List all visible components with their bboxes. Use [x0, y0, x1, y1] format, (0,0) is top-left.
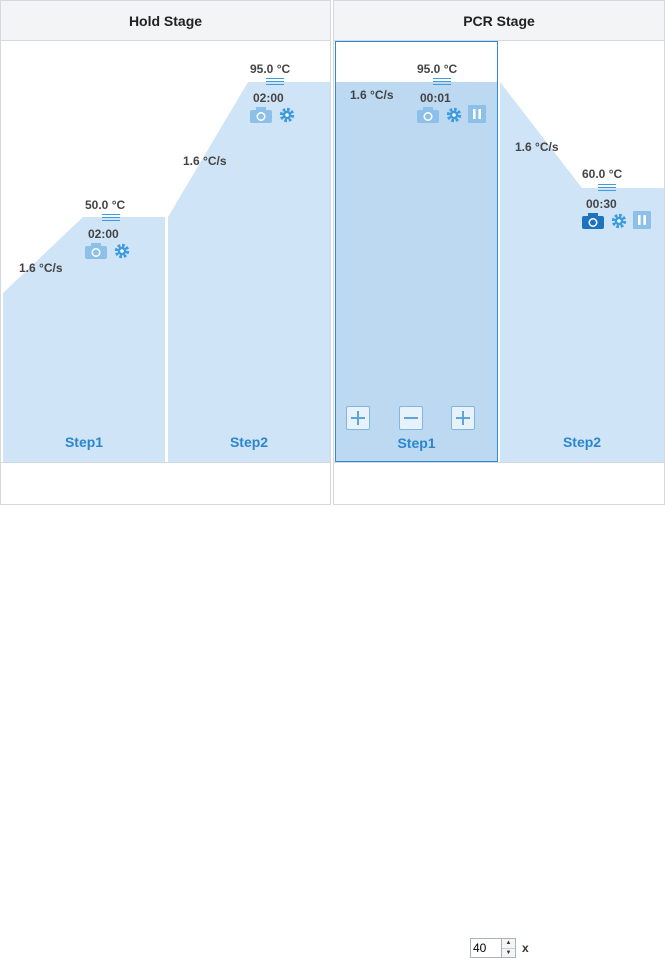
pcr-stage-title: PCR Stage [334, 1, 664, 41]
cycles-suffix: x [522, 941, 529, 955]
step-label[interactable]: Step1 [336, 435, 497, 451]
pause-icon[interactable] [468, 105, 486, 123]
spinner-down-icon[interactable]: ▼ [502, 949, 515, 958]
ramp-rate-label[interactable]: 1.6 °C/s [350, 88, 394, 102]
step-label[interactable]: Step2 [168, 434, 330, 450]
temperature-bar-icon[interactable] [598, 184, 616, 192]
temperature-label[interactable]: 95.0 °C [417, 62, 457, 76]
pcr-stage-step2[interactable]: 1.6 °C/s 60.0 °C 00:30 Step2 [500, 41, 664, 462]
temperature-bar-icon[interactable] [266, 78, 284, 86]
gear-icon[interactable] [611, 213, 627, 229]
gear-icon[interactable] [279, 107, 295, 123]
add-step-before-button[interactable] [346, 406, 370, 430]
gear-icon[interactable] [446, 107, 462, 123]
temperature-profile [3, 217, 165, 462]
camera-icon[interactable] [250, 107, 272, 123]
spinner-up-icon[interactable]: ▲ [502, 939, 515, 949]
pcr-stage-footer: ▲ ▼ x [334, 462, 664, 958]
hold-stage-step2[interactable]: 1.6 °C/s 95.0 °C 02:00 Step2 [168, 41, 330, 462]
temperature-label[interactable]: 95.0 °C [250, 62, 290, 76]
gear-icon[interactable] [114, 243, 130, 259]
ramp-rate-label[interactable]: 1.6 °C/s [183, 154, 227, 168]
ramp-rate-label[interactable]: 1.6 °C/s [19, 261, 63, 275]
cycle-count-spinner[interactable]: ▲ ▼ [502, 938, 516, 958]
cycle-count-input[interactable] [470, 938, 502, 958]
camera-icon[interactable] [417, 107, 439, 123]
pause-icon[interactable] [633, 211, 651, 229]
step-label[interactable]: Step1 [3, 434, 165, 450]
remove-step-button[interactable] [399, 406, 423, 430]
temperature-label[interactable]: 50.0 °C [85, 198, 125, 212]
temperature-bar-icon[interactable] [102, 214, 120, 222]
camera-icon[interactable] [85, 243, 107, 259]
ramp-rate-label[interactable]: 1.6 °C/s [515, 140, 559, 154]
hold-stage: Hold Stage 1.6 °C/s 50.0 °C 02:00 Step1 … [0, 0, 331, 505]
hold-stage-footer [1, 462, 330, 504]
hold-time-label[interactable]: 00:30 [586, 197, 617, 211]
add-step-after-button[interactable] [451, 406, 475, 430]
temperature-profile [168, 82, 330, 462]
temperature-bar-icon[interactable] [433, 78, 451, 86]
hold-time-label[interactable]: 02:00 [253, 91, 284, 105]
hold-time-label[interactable]: 02:00 [88, 227, 119, 241]
cycle-count-control: ▲ ▼ x [470, 938, 529, 958]
hold-stage-step1[interactable]: 1.6 °C/s 50.0 °C 02:00 Step1 [3, 41, 165, 462]
camera-icon[interactable] [582, 213, 604, 229]
temperature-profile [500, 82, 664, 462]
hold-time-label[interactable]: 00:01 [420, 91, 451, 105]
hold-stage-title: Hold Stage [1, 1, 330, 41]
step-label[interactable]: Step2 [500, 434, 664, 450]
pcr-stage-step1[interactable]: 1.6 °C/s 95.0 °C 00:01 Step1 [335, 41, 498, 462]
temperature-label[interactable]: 60.0 °C [582, 167, 622, 181]
minus-icon [404, 417, 418, 419]
pcr-stage: PCR Stage 1.6 °C/s 95.0 °C 00:01 Step1 1… [333, 0, 665, 958]
plus-icon [456, 411, 470, 425]
plus-icon [351, 411, 365, 425]
